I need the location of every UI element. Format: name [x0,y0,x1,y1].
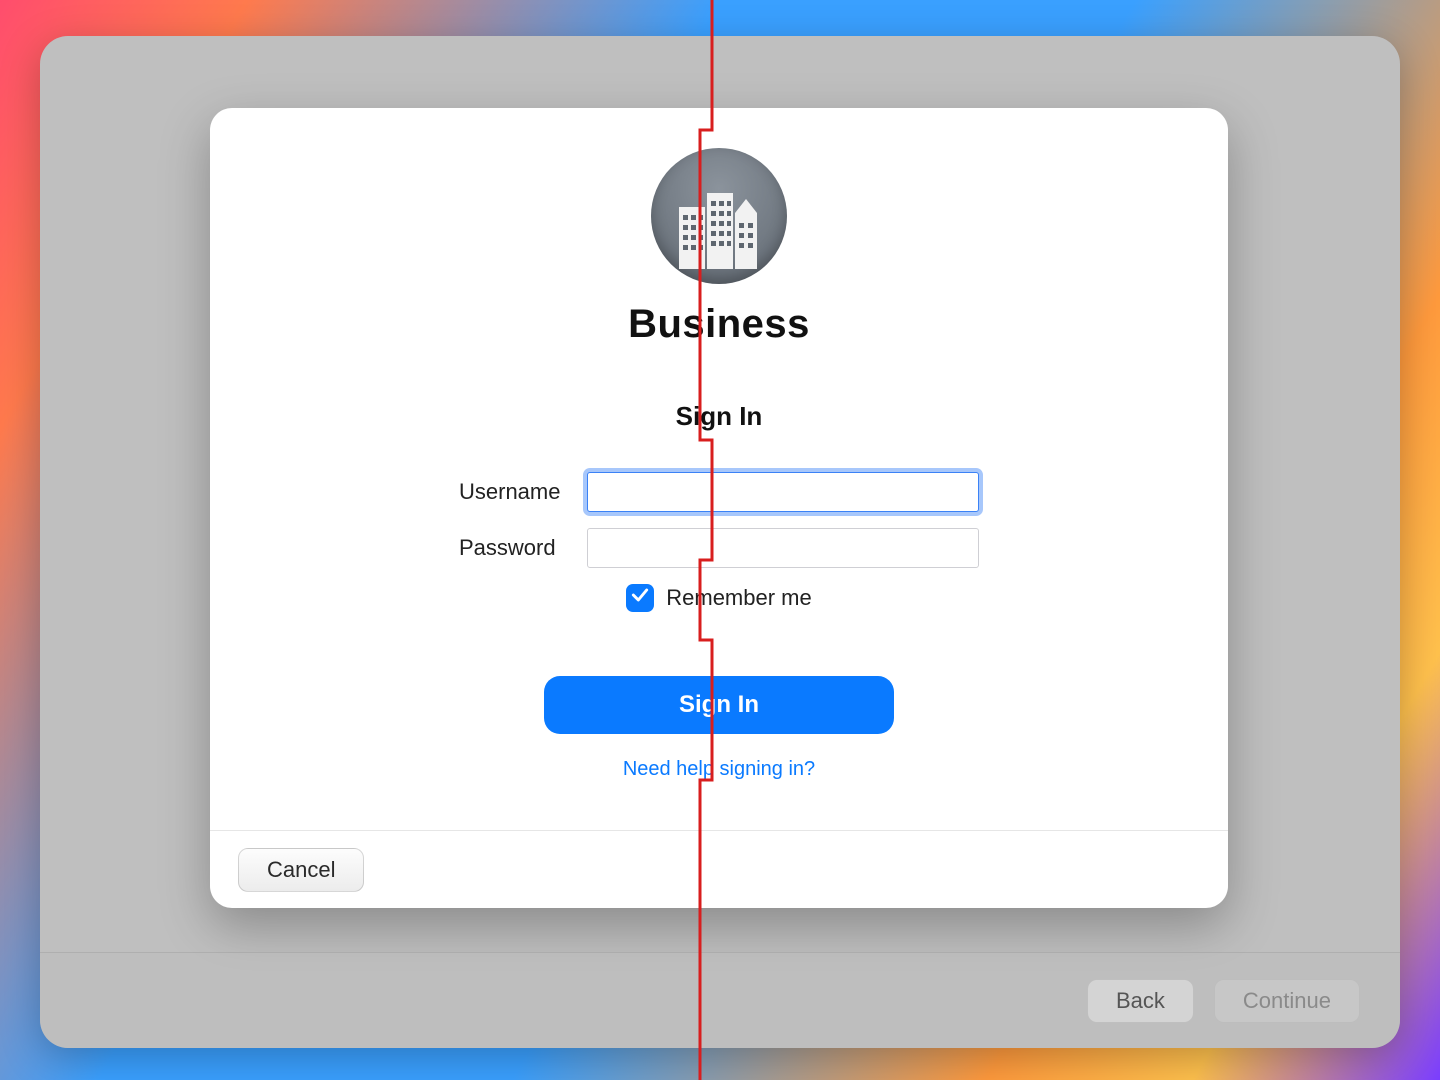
window-body: Business Sign In Username Password [40,36,1400,952]
password-label: Password [459,535,587,561]
cancel-button[interactable]: Cancel [238,848,364,892]
brand-title: Business [628,302,810,347]
checkmark-icon [630,585,650,611]
continue-button: Continue [1214,979,1360,1023]
help-signin-link[interactable]: Need help signing in? [623,758,815,781]
signin-form: Username Password Remember me [459,472,979,612]
remember-label: Remember me [666,585,811,611]
assistant-footer: Back Continue [40,952,1400,1048]
back-button[interactable]: Back [1087,979,1194,1023]
signin-sheet: Business Sign In Username Password [210,108,1228,908]
username-input[interactable] [587,472,979,512]
password-row: Password [459,528,979,568]
signin-button[interactable]: Sign In [544,676,894,734]
username-label: Username [459,479,587,505]
remember-checkbox[interactable] [626,584,654,612]
setup-assistant-window: Business Sign In Username Password [40,36,1400,1048]
business-logo [651,148,787,284]
sheet-footer: Cancel [210,830,1228,908]
password-input[interactable] [587,528,979,568]
signin-heading: Sign In [676,401,763,432]
buildings-icon [669,179,769,284]
username-row: Username [459,472,979,512]
signin-main: Business Sign In Username Password [210,108,1228,830]
remember-row: Remember me [459,584,979,612]
